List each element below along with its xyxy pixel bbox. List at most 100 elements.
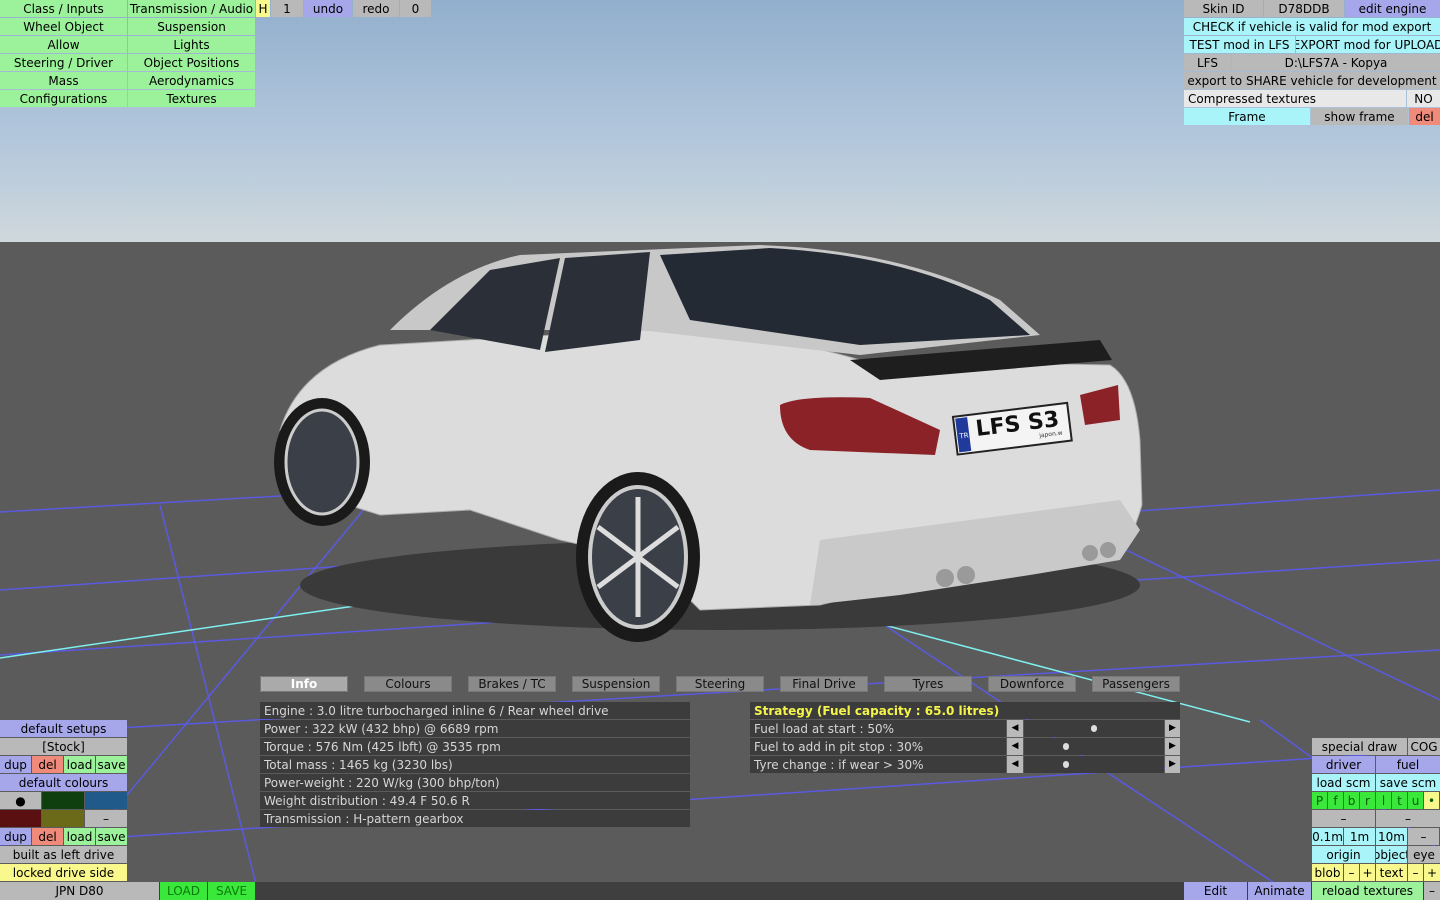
draw-toggle-2[interactable]: b — [1344, 792, 1359, 809]
compressed-textures-toggle[interactable]: NO — [1407, 90, 1440, 107]
strategy-left-arrow[interactable]: ◀ — [1007, 738, 1023, 755]
default-colours-button[interactable]: default colours — [0, 774, 127, 791]
fuel-button[interactable]: fuel — [1376, 756, 1440, 773]
distance-button-1[interactable]: 1m — [1344, 828, 1375, 845]
draw-toggle-1[interactable]: f — [1328, 792, 1343, 809]
right-dash-2[interactable]: – — [1376, 810, 1440, 827]
strategy-right-arrow[interactable]: ▶ — [1165, 756, 1180, 773]
draw-toggle-5[interactable]: t — [1392, 792, 1407, 809]
tab-7[interactable]: Downforce — [988, 676, 1076, 692]
colour-swatch-green[interactable] — [42, 792, 84, 809]
menu-2[interactable]: Wheel Object — [0, 18, 127, 35]
distance-button-0[interactable]: 0.1m — [1312, 828, 1343, 845]
colour-load-button[interactable]: load — [64, 828, 95, 845]
tab-1[interactable]: Colours — [364, 676, 452, 692]
tab-2[interactable]: Brakes / TC — [468, 676, 556, 692]
strategy-slider-track[interactable] — [1024, 720, 1164, 737]
colour-swatch-dot[interactable]: ● — [0, 792, 41, 809]
menu-6[interactable]: Steering / Driver — [0, 54, 127, 71]
distance-button-2[interactable]: 10m — [1376, 828, 1407, 845]
check-valid-button[interactable]: CHECK if vehicle is valid for mod export — [1184, 18, 1440, 35]
strategy-right-arrow[interactable]: ▶ — [1165, 720, 1180, 737]
menu-10[interactable]: Configurations — [0, 90, 127, 107]
colour-dup-button[interactable]: dup — [0, 828, 31, 845]
default-setups-button[interactable]: default setups — [0, 720, 127, 737]
draw-toggle-6[interactable]: u — [1408, 792, 1423, 809]
reload-textures-button[interactable]: reload textures — [1312, 882, 1423, 900]
menu-0[interactable]: Class / Inputs — [0, 0, 127, 17]
text-plus-button[interactable]: + — [1424, 864, 1440, 881]
menu-5[interactable]: Lights — [128, 36, 255, 53]
strategy-slider-track[interactable] — [1024, 756, 1164, 773]
setup-del-button[interactable]: del — [32, 756, 63, 773]
tab-3[interactable]: Suspension — [572, 676, 660, 692]
edit-engine-button[interactable]: edit engine — [1345, 0, 1440, 17]
setup-dup-button[interactable]: dup — [0, 756, 31, 773]
frame-del-button[interactable]: del — [1409, 108, 1440, 125]
menu-7[interactable]: Object Positions — [128, 54, 255, 71]
origin-button[interactable]: origin — [1312, 846, 1375, 863]
colour-swatch-dash[interactable]: – — [85, 810, 127, 827]
distance-button-3[interactable]: – — [1408, 828, 1439, 845]
tab-8[interactable]: Passengers — [1092, 676, 1180, 692]
text-minus-button[interactable]: – — [1408, 864, 1423, 881]
draw-toggle-4[interactable]: l — [1376, 792, 1391, 809]
special-draw-button[interactable]: special draw — [1312, 738, 1407, 755]
blob-minus-button[interactable]: – — [1344, 864, 1359, 881]
export-share-button[interactable]: export to SHARE vehicle for development — [1184, 72, 1440, 89]
text-button[interactable]: text — [1376, 864, 1407, 881]
lfs-path[interactable]: D:\LFS7A - Kopya — [1232, 54, 1440, 71]
reload-dash-button[interactable]: – — [1424, 882, 1440, 900]
menu-11[interactable]: Textures — [128, 90, 255, 107]
strategy-left-arrow[interactable]: ◀ — [1007, 756, 1023, 773]
menu-9[interactable]: Aerodynamics — [128, 72, 255, 89]
draw-toggle-7[interactable]: • — [1424, 792, 1439, 809]
setup-load-button[interactable]: load — [64, 756, 95, 773]
viewport-3d[interactable] — [0, 0, 1440, 900]
eye-button[interactable]: eye — [1408, 846, 1440, 863]
export-mod-button[interactable]: EXPORT mod for UPLOAD — [1296, 36, 1440, 53]
built-as-left-drive[interactable]: built as left drive — [0, 846, 127, 863]
colour-del-button[interactable]: del — [32, 828, 63, 845]
colour-swatch-olive[interactable] — [42, 810, 84, 827]
frame-button[interactable]: Frame — [1184, 108, 1310, 125]
tab-5[interactable]: Final Drive — [780, 676, 868, 692]
tab-0[interactable]: Info — [260, 676, 348, 692]
menu-8[interactable]: Mass — [0, 72, 127, 89]
colour-swatch-red[interactable] — [0, 810, 41, 827]
menu-1[interactable]: Transmission / Audio — [128, 0, 255, 17]
menu-4[interactable]: Allow — [0, 36, 127, 53]
edit-mode-button[interactable]: Edit — [1184, 882, 1247, 900]
object-button[interactable]: object — [1376, 846, 1407, 863]
strategy-left-arrow[interactable]: ◀ — [1007, 720, 1023, 737]
test-mod-button[interactable]: TEST mod in LFS — [1184, 36, 1295, 53]
driver-button[interactable]: driver — [1312, 756, 1375, 773]
load-vehicle-button[interactable]: LOAD — [160, 882, 207, 900]
setup-stock[interactable]: [Stock] — [0, 738, 127, 755]
strategy-slider-knob[interactable] — [1091, 725, 1097, 732]
strategy-slider-knob[interactable] — [1063, 743, 1069, 750]
history-h[interactable]: H — [256, 0, 270, 17]
blob-plus-button[interactable]: + — [1360, 864, 1375, 881]
load-scm-button[interactable]: load scm — [1312, 774, 1375, 791]
blob-button[interactable]: blob — [1312, 864, 1343, 881]
strategy-slider-track[interactable] — [1024, 738, 1164, 755]
strategy-slider-knob[interactable] — [1063, 761, 1069, 768]
show-frame-button[interactable]: show frame — [1311, 108, 1408, 125]
right-dash-1[interactable]: – — [1312, 810, 1375, 827]
strategy-right-arrow[interactable]: ▶ — [1165, 738, 1180, 755]
skin-id-value[interactable]: D78DDB — [1264, 0, 1344, 17]
redo-button[interactable]: redo — [353, 0, 399, 17]
tab-4[interactable]: Steering — [676, 676, 764, 692]
undo-button[interactable]: undo — [304, 0, 352, 17]
tab-6[interactable]: Tyres — [884, 676, 972, 692]
draw-toggle-3[interactable]: r — [1360, 792, 1375, 809]
save-scm-button[interactable]: save scm — [1376, 774, 1440, 791]
menu-3[interactable]: Suspension — [128, 18, 255, 35]
colour-save-button[interactable]: save — [96, 828, 127, 845]
draw-toggle-0[interactable]: P — [1312, 792, 1327, 809]
animate-mode-button[interactable]: Animate — [1248, 882, 1311, 900]
setup-save-button[interactable]: save — [96, 756, 127, 773]
locked-drive-side[interactable]: locked drive side — [0, 864, 127, 881]
colour-swatch-blue[interactable] — [85, 792, 127, 809]
